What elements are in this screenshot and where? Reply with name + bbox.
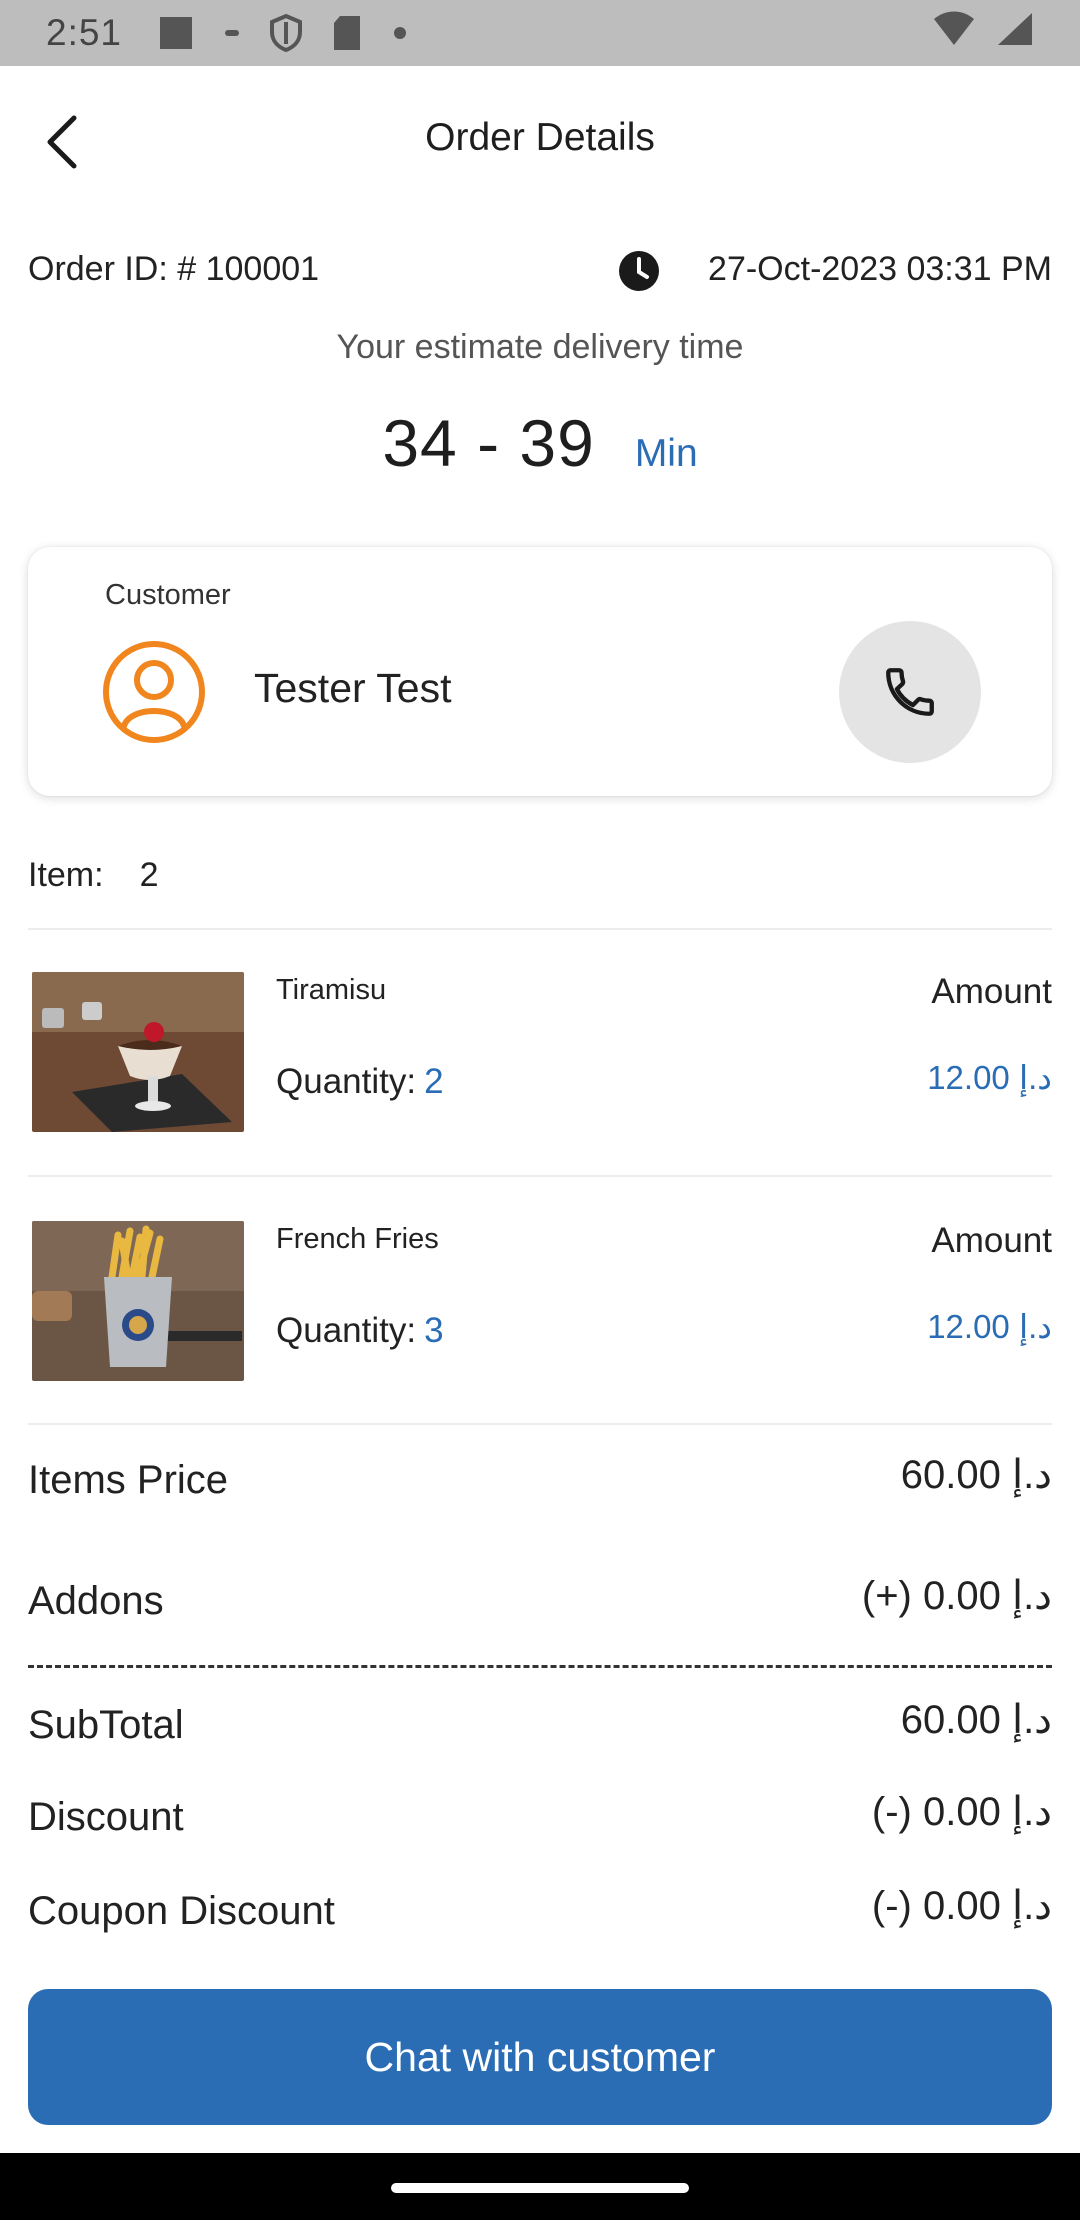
item-count-label: Item: xyxy=(28,856,104,894)
item-quantity: Quantity: 2 xyxy=(276,1062,444,1102)
item-amount-label: Amount xyxy=(931,972,1052,1011)
item-name: French Fries xyxy=(276,1223,439,1255)
coupon-discount-label: Coupon Discount xyxy=(28,1889,335,1933)
addons-row: Addons (+) 0.00 د.إ xyxy=(28,1574,1052,1639)
french-fries-image xyxy=(32,1221,244,1381)
item-amount: 12.00 د.إ xyxy=(927,1059,1052,1096)
subtotal-label: SubTotal xyxy=(28,1703,184,1747)
status-bar: 2:51 xyxy=(0,0,1080,66)
customer-card: Customer Tester Test xyxy=(28,547,1052,796)
navigation-bar xyxy=(0,2153,1080,2220)
dashed-divider xyxy=(28,1665,1052,1668)
minus-icon xyxy=(222,13,242,53)
estimate-label: Your estimate delivery time xyxy=(336,328,744,366)
wifi-icon xyxy=(932,9,976,58)
page-title: Order Details xyxy=(425,116,655,159)
list-item: French Fries Quantity: 3 Amount 12.00 د.إ xyxy=(28,1221,1052,1381)
app-header: Order Details xyxy=(0,66,1080,216)
coupon-discount-row: Coupon Discount (-) 0.00 د.إ xyxy=(28,1884,1052,1949)
item-name: Tiramisu xyxy=(276,974,387,1006)
divider xyxy=(28,1423,1052,1425)
customer-name: Tester Test xyxy=(254,665,452,711)
divider xyxy=(28,928,1052,930)
order-date: 27-Oct-2023 03:31 PM xyxy=(708,250,1052,288)
item-quantity-value: 3 xyxy=(424,1311,444,1350)
item-count: Item: 2 xyxy=(28,856,159,895)
list-item: Tiramisu Quantity: 2 Amount 12.00 د.إ xyxy=(28,972,1052,1132)
home-gesture-handle[interactable] xyxy=(391,2183,689,2193)
coupon-discount-value: (-) 0.00 د.إ xyxy=(871,1884,1052,1928)
estimate-time-value: 34 - 39 xyxy=(382,406,595,480)
item-quantity-label: Quantity: xyxy=(276,1311,417,1350)
status-time: 2:51 xyxy=(46,12,123,53)
status-right xyxy=(932,9,1034,58)
item-count-value: 2 xyxy=(139,856,159,894)
discount-row: Discount (-) 0.00 د.إ xyxy=(28,1790,1052,1855)
order-details-screen: 2:51 Order Details Order ID: # 100001 27… xyxy=(0,0,1080,2220)
subtotal-row: SubTotal 60.00 د.إ xyxy=(28,1698,1052,1763)
tiramisu-image xyxy=(32,972,244,1132)
discount-label: Discount xyxy=(28,1795,184,1839)
sd-card-icon xyxy=(330,13,364,53)
phone-icon xyxy=(886,668,934,716)
item-quantity-label: Quantity: xyxy=(276,1062,417,1101)
discount-value: (-) 0.00 د.إ xyxy=(871,1790,1052,1834)
divider xyxy=(28,1175,1052,1177)
item-amount-label: Amount xyxy=(931,1221,1052,1260)
order-id: Order ID: # 100001 xyxy=(28,250,320,288)
items-price-value: 60.00 د.إ xyxy=(900,1453,1052,1497)
customer-label: Customer xyxy=(105,579,231,611)
square-icon xyxy=(156,13,196,53)
items-price-label: Items Price xyxy=(28,1458,229,1502)
items-price-row: Items Price 60.00 د.إ xyxy=(28,1453,1052,1518)
shield-icon xyxy=(268,13,304,53)
item-amount: 12.00 د.إ xyxy=(927,1308,1052,1345)
user-circle-icon xyxy=(103,641,205,743)
signal-icon xyxy=(994,9,1034,58)
item-quantity-value: 2 xyxy=(424,1062,444,1101)
item-quantity: Quantity: 3 xyxy=(276,1311,444,1351)
estimate-delivery-time: 34 - 39 Min xyxy=(0,405,1080,481)
addons-label: Addons xyxy=(28,1579,164,1623)
estimate-time-unit: Min xyxy=(634,432,698,475)
addons-value: (+) 0.00 د.إ xyxy=(861,1574,1052,1618)
dot-icon xyxy=(390,13,410,53)
call-customer-button[interactable] xyxy=(839,621,981,763)
chat-with-customer-button[interactable]: Chat with customer xyxy=(28,1989,1052,2125)
clock-icon xyxy=(619,251,659,291)
subtotal-value: 60.00 د.إ xyxy=(900,1698,1052,1742)
